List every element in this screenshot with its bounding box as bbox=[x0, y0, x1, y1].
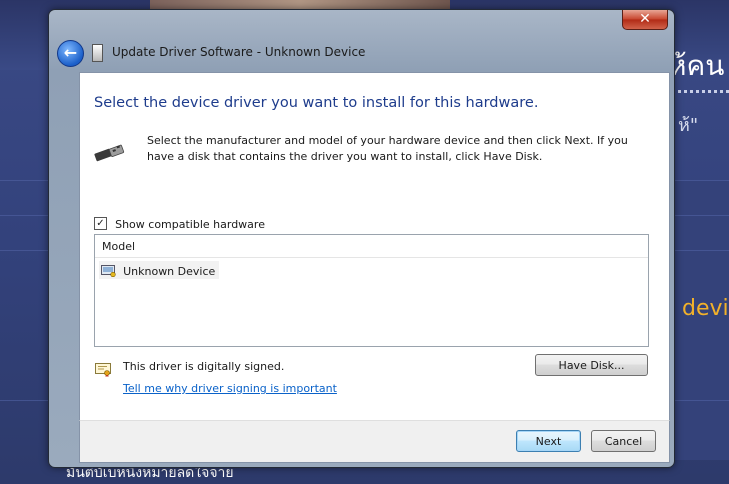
close-button[interactable]: ✕ bbox=[622, 10, 668, 30]
cancel-button[interactable]: Cancel bbox=[591, 430, 656, 452]
certificate-icon bbox=[95, 363, 111, 377]
signature-status-text: This driver is digitally signed. bbox=[123, 360, 285, 373]
page-title: Select the device driver you want to ins… bbox=[94, 95, 539, 111]
have-disk-button[interactable]: Have Disk... bbox=[535, 354, 648, 376]
background-quote-text: ห้" bbox=[678, 115, 699, 136]
update-driver-dialog: ✕ ← Update Driver Software - Unknown Dev… bbox=[48, 9, 675, 468]
close-icon: ✕ bbox=[639, 11, 651, 27]
show-compatible-row[interactable]: ✓ Show compatible hardware bbox=[94, 214, 265, 231]
back-button[interactable]: ← bbox=[57, 40, 84, 67]
model-column-header[interactable]: Model bbox=[95, 235, 648, 258]
show-compatible-label: Show compatible hardware bbox=[115, 218, 265, 231]
title-bar: ← Update Driver Software - Unknown Devic… bbox=[57, 40, 657, 68]
list-item-label: Unknown Device bbox=[123, 265, 216, 278]
show-compatible-checkbox[interactable]: ✓ bbox=[94, 217, 107, 230]
content-panel: Select the device driver you want to ins… bbox=[79, 72, 670, 422]
background-title-text: ห้คน bbox=[668, 49, 725, 82]
usb-icon bbox=[94, 144, 125, 162]
device-icon bbox=[101, 264, 116, 277]
instructions-text: Select the manufacturer and model of you… bbox=[147, 134, 628, 163]
driver-signing-link[interactable]: Tell me why driver signing is important bbox=[123, 382, 337, 395]
column-label: Model bbox=[102, 240, 136, 253]
back-arrow-icon: ← bbox=[63, 43, 78, 62]
list-item[interactable]: Unknown Device bbox=[99, 261, 220, 279]
window-icon bbox=[92, 44, 103, 62]
window-title: Update Driver Software - Unknown Device bbox=[112, 45, 366, 59]
background-heading-text: devi bbox=[682, 296, 729, 321]
button-bar: Next Cancel bbox=[79, 420, 670, 463]
model-list[interactable]: Model Unknown Device bbox=[94, 234, 649, 347]
next-button[interactable]: Next bbox=[516, 430, 581, 452]
background-dotted-line bbox=[672, 90, 729, 93]
